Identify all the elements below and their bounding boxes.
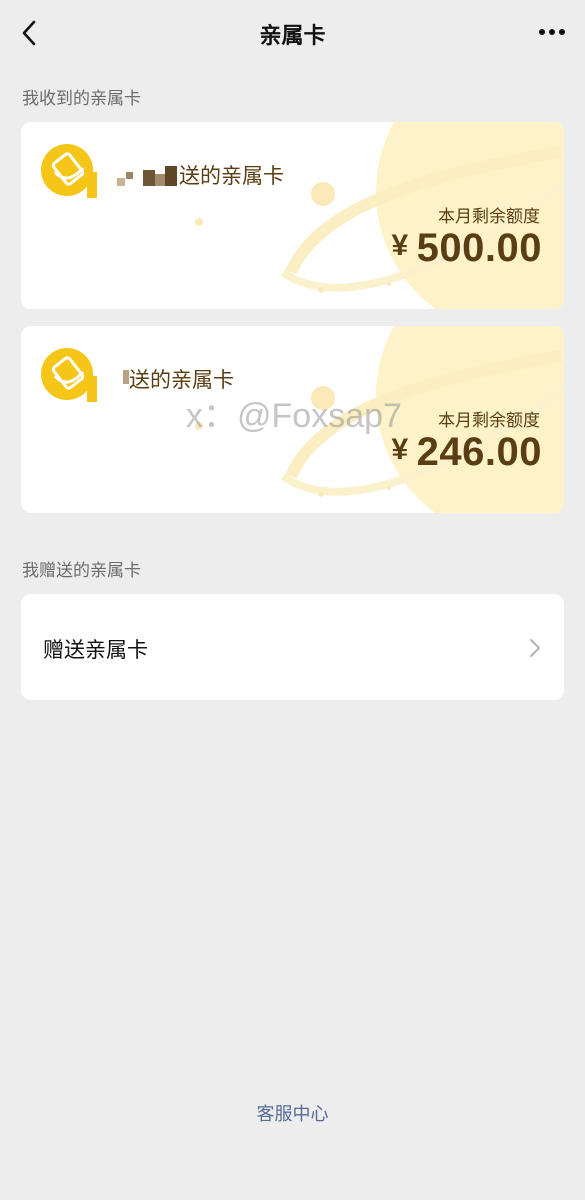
balance-amount: ¥246.00 bbox=[391, 430, 542, 475]
gift-card-label: 赠送亲属卡 bbox=[43, 638, 148, 662]
card-sender-label: 送的亲属卡 bbox=[179, 164, 284, 188]
card-logo-icon bbox=[41, 348, 97, 402]
gift-card-button[interactable]: 赠送亲属卡 bbox=[21, 594, 564, 700]
family-card-2[interactable]: 送的亲属卡 本月剩余额度 ¥246.00 bbox=[21, 326, 564, 513]
balance-label: 本月剩余额度 bbox=[438, 207, 540, 227]
balance-label: 本月剩余额度 bbox=[438, 411, 540, 431]
card-logo-icon bbox=[41, 144, 97, 198]
page-title: 亲属卡 bbox=[259, 24, 326, 49]
page: 亲属卡 我收到的亲属卡 送的亲属卡 本月剩余额度 ¥ 500.00 送的亲属卡 … bbox=[0, 0, 585, 1200]
amount-value: 500.00 bbox=[416, 226, 542, 270]
more-dots-icon[interactable] bbox=[537, 22, 567, 42]
navigation-bar: 亲属卡 bbox=[0, 0, 585, 68]
chevron-right-icon bbox=[530, 639, 540, 657]
customer-service-link[interactable]: 客服中心 bbox=[0, 1100, 585, 1126]
family-card-1[interactable]: 送的亲属卡 本月剩余额度 ¥500.00 bbox=[21, 122, 564, 309]
card-sender-label: 送的亲属卡 bbox=[129, 368, 234, 392]
sent-section-title: 我赠送的亲属卡 bbox=[22, 561, 141, 581]
received-section-title: 我收到的亲属卡 bbox=[22, 89, 141, 109]
amount-value: 246.00 bbox=[416, 430, 542, 474]
balance-amount: ¥500.00 bbox=[391, 226, 542, 271]
currency-symbol: ¥ bbox=[391, 433, 409, 466]
currency-symbol: ¥ bbox=[391, 229, 409, 262]
